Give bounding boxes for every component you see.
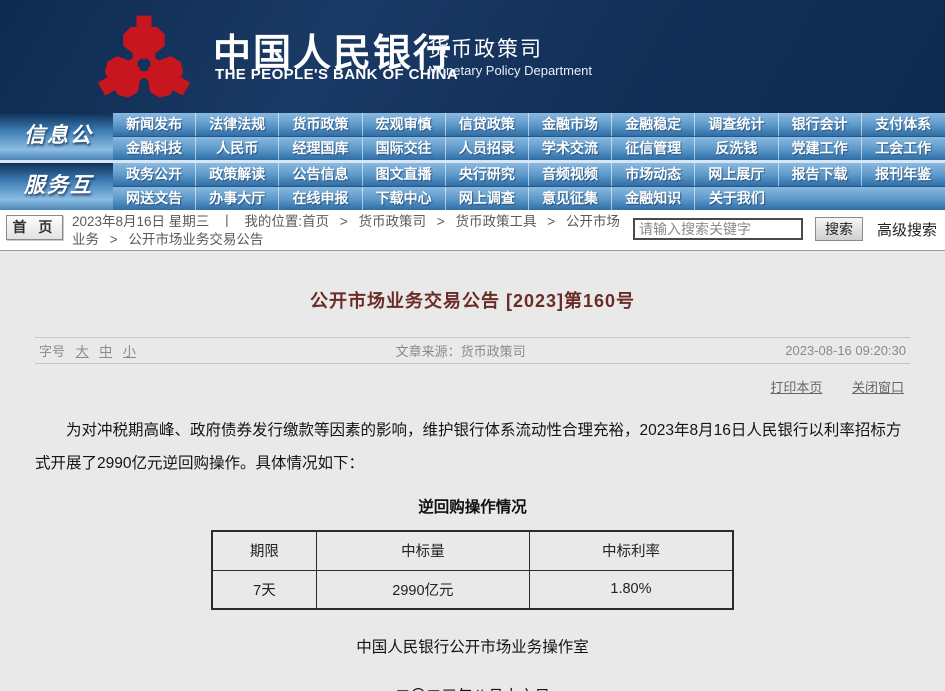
breadcrumb-bar: 首 页 2023年8月16日 星期三 丨 我的位置:首页 > 货币政策司 > 货…	[0, 210, 945, 251]
table-header-row: 期限 中标量 中标利率	[212, 531, 733, 570]
bank-name-en: THE PEOPLE'S BANK OF CHINA	[215, 66, 458, 83]
col-header-term: 期限	[212, 531, 316, 570]
nav-item[interactable]: 网送文告	[113, 187, 196, 210]
table-row: 7天 2990亿元 1.80%	[212, 570, 733, 609]
nav-item[interactable]: 在线申报	[279, 187, 362, 210]
nav-item[interactable]: 支付体系	[862, 113, 945, 136]
search-area: 搜索 高级搜索	[633, 217, 937, 241]
breadcrumb-separator: >	[547, 214, 555, 229]
col-header-rate: 中标利率	[529, 531, 733, 570]
article-source: 文章来源：货币政策司	[396, 341, 526, 360]
nav-item[interactable]: 报刊年鉴	[862, 163, 945, 186]
nav-item[interactable]: 学术交流	[529, 137, 612, 160]
breadcrumb-link-dept[interactable]: 货币政策司	[359, 214, 427, 229]
font-size-label: 字号	[39, 344, 65, 359]
font-size-small[interactable]: 小	[123, 344, 136, 359]
font-size-controls: 字号 大 中 小	[39, 341, 136, 360]
nav-item[interactable]: 反洗钱	[695, 137, 778, 160]
site-header: 中国人民银行 THE PEOPLE'S BANK OF CHINA 货币政策司 …	[0, 0, 945, 113]
font-size-medium[interactable]: 中	[99, 344, 112, 359]
search-button[interactable]: 搜索	[815, 217, 863, 241]
nav-item[interactable]: 金融知识	[612, 187, 695, 210]
source-label: 文章来源：	[396, 344, 461, 359]
nav-item[interactable]: 政策解读	[196, 163, 279, 186]
nav-item[interactable]: 关于我们	[695, 187, 778, 210]
main-nav: 信息公开 新闻发布 法律法规 货币政策 宏观审慎 信贷政策 金融市场 金融稳定 …	[0, 113, 945, 210]
department-name-cn: 货币政策司	[428, 33, 543, 63]
print-page-link[interactable]: 打印本页	[770, 380, 822, 395]
nav-item[interactable]: 网上展厅	[695, 163, 778, 186]
nav-item[interactable]: 信贷政策	[446, 113, 529, 136]
breadcrumb-separator: >	[437, 214, 445, 229]
table-caption: 逆回购操作情况	[35, 495, 910, 517]
nav-item[interactable]: 人员招录	[446, 137, 529, 160]
article-datetime: 2023-08-16 09:20:30	[785, 343, 906, 358]
nav-row: 网送文告 办事大厅 在线申报 下载中心 网上调查 意见征集 金融知识 关于我们	[113, 186, 945, 210]
nav-item[interactable]: 征信管理	[612, 137, 695, 160]
nav-section-label-info[interactable]: 信息公开	[0, 113, 113, 160]
nav-item[interactable]: 宏观审慎	[363, 113, 446, 136]
article-body: 为对冲税期高峰、政府债券发行缴款等因素的影响，维护银行体系流动性合理充裕，202…	[35, 414, 910, 480]
current-date: 2023年8月16日 星期三	[72, 214, 209, 229]
breadcrumb-link-tools[interactable]: 货币政策工具	[455, 214, 536, 229]
pboc-logo-icon	[86, 10, 202, 108]
cell-rate: 1.80%	[529, 570, 733, 609]
department-name-en: Monetary Policy Department	[428, 63, 592, 78]
nav-row: 新闻发布 法律法规 货币政策 宏观审慎 信贷政策 金融市场 金融稳定 调查统计 …	[113, 113, 945, 136]
location-label: 我的位置:	[244, 214, 302, 229]
breadcrumb-link-announcements[interactable]: 公开市场业务交易公告	[128, 232, 263, 247]
font-size-large[interactable]: 大	[76, 344, 89, 359]
signoff-organization: 中国人民银行公开市场业务操作室	[35, 635, 910, 657]
nav-section-information: 信息公开 新闻发布 法律法规 货币政策 宏观审慎 信贷政策 金融市场 金融稳定 …	[0, 113, 945, 160]
nav-item[interactable]: 人民币	[196, 137, 279, 160]
source-value: 货币政策司	[461, 344, 526, 359]
home-button[interactable]: 首 页	[6, 215, 63, 240]
breadcrumb: 2023年8月16日 星期三 丨 我的位置:首页 > 货币政策司 > 货币政策工…	[72, 213, 624, 249]
article-actions: 打印本页 关闭窗口	[35, 377, 910, 396]
cell-amount: 2990亿元	[316, 570, 529, 609]
search-input[interactable]	[633, 218, 803, 240]
col-header-amount: 中标量	[316, 531, 529, 570]
nav-item[interactable]: 国际交往	[363, 137, 446, 160]
nav-item[interactable]: 货币政策	[279, 113, 362, 136]
breadcrumb-link-home[interactable]: 首页	[302, 214, 329, 229]
nav-item[interactable]: 新闻发布	[113, 113, 196, 136]
nav-item[interactable]: 金融稳定	[612, 113, 695, 136]
nav-item[interactable]: 调查统计	[695, 113, 778, 136]
nav-row: 政务公开 政策解读 公告信息 图文直播 央行研究 音频视频 市场动态 网上展厅 …	[113, 163, 945, 186]
nav-row: 金融科技 人民币 经理国库 国际交往 人员招录 学术交流 征信管理 反洗钱 党建…	[113, 136, 945, 160]
nav-item[interactable]: 央行研究	[446, 163, 529, 186]
article-area: 公开市场业务交易公告 [2023]第160号 字号 大 中 小 文章来源：货币政…	[0, 251, 945, 691]
cell-term: 7天	[212, 570, 316, 609]
nav-item[interactable]: 下载中心	[363, 187, 446, 210]
advanced-search-link[interactable]: 高级搜索	[877, 219, 937, 240]
nav-item[interactable]: 报告下载	[779, 163, 862, 186]
signoff-date: 二〇二三年八月十六日	[35, 684, 910, 691]
breadcrumb-divider: 丨	[220, 214, 234, 229]
nav-item[interactable]: 网上调查	[446, 187, 529, 210]
nav-item[interactable]: 意见征集	[529, 187, 612, 210]
breadcrumb-separator: >	[110, 232, 118, 247]
nav-section-label-services[interactable]: 服务互动	[0, 163, 113, 210]
nav-item[interactable]: 法律法规	[196, 113, 279, 136]
article-title: 公开市场业务交易公告 [2023]第160号	[35, 287, 910, 313]
nav-item[interactable]: 市场动态	[612, 163, 695, 186]
nav-item[interactable]: 办事大厅	[196, 187, 279, 210]
repo-operation-table: 期限 中标量 中标利率 7天 2990亿元 1.80%	[211, 530, 734, 610]
nav-item[interactable]: 工会工作	[862, 137, 945, 160]
close-window-link[interactable]: 关闭窗口	[852, 380, 904, 395]
nav-section-services: 服务互动 政务公开 政策解读 公告信息 图文直播 央行研究 音频视频 市场动态 …	[0, 163, 945, 210]
nav-item[interactable]: 党建工作	[779, 137, 862, 160]
nav-item[interactable]: 金融科技	[113, 137, 196, 160]
breadcrumb-separator: >	[340, 214, 348, 229]
nav-item[interactable]: 政务公开	[113, 163, 196, 186]
nav-item[interactable]: 公告信息	[279, 163, 362, 186]
nav-item[interactable]: 图文直播	[363, 163, 446, 186]
nav-item[interactable]: 音频视频	[529, 163, 612, 186]
nav-item[interactable]: 经理国库	[279, 137, 362, 160]
nav-item[interactable]: 银行会计	[779, 113, 862, 136]
article-meta: 字号 大 中 小 文章来源：货币政策司 2023-08-16 09:20:30	[35, 337, 910, 364]
nav-item[interactable]: 金融市场	[529, 113, 612, 136]
